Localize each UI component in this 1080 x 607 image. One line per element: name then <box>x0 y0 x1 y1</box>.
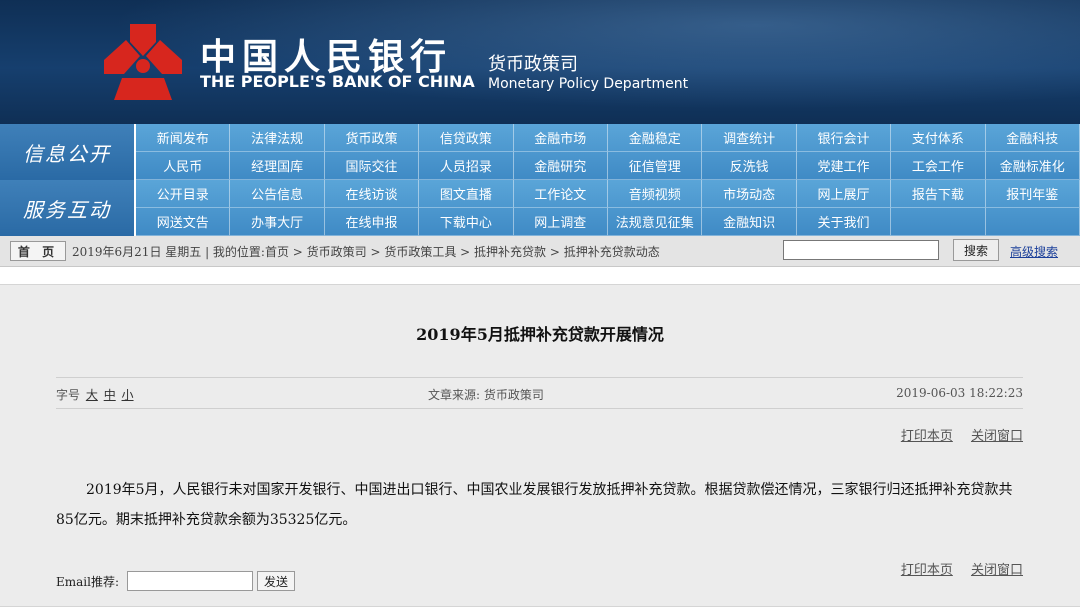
nav-item[interactable]: 下载中心 <box>419 208 514 236</box>
nav-item[interactable]: 党建工作 <box>796 152 892 180</box>
article-container: 2019年5月抵押补充贷款开展情况 字号 大 中 小 文章来源: 货币政策司 2… <box>0 284 1080 607</box>
nav-item[interactable]: 调查统计 <box>702 124 797 152</box>
nav-item[interactable]: 信贷政策 <box>419 124 514 152</box>
nav-item[interactable]: 在线申报 <box>324 208 420 236</box>
dept-name-cn: 货币政策司 <box>488 54 578 75</box>
article-meta: 字号 大 中 小 文章来源: 货币政策司 2019-06-03 18:22:23 <box>56 377 1023 409</box>
pboc-emblem-icon[interactable] <box>100 22 186 102</box>
email-label: Email推荐: <box>56 574 120 589</box>
nav-group-service: 服务互动 公开目录 公告信息 在线访谈 图文直播 工作论文 音频视频 市场动态 网上展厅 报告下… <box>0 180 1080 236</box>
site-header: 中国人民银行 THE PEOPLE'S BANK OF CHINA 货币政策司 … <box>0 0 1080 124</box>
nav-group-label: 服务互动 <box>0 180 134 236</box>
nav-item[interactable]: 金融市场 <box>513 124 608 152</box>
nav-item[interactable]: 法律法规 <box>230 124 325 152</box>
article-body: 2019年5月，人民银行未对国家开发银行、中国进出口银行、中国农业发展银行发放抵… <box>56 482 1013 528</box>
nav-item[interactable]: 关于我们 <box>796 208 892 236</box>
nav-item[interactable]: 金融稳定 <box>608 124 703 152</box>
nav-item[interactable]: 金融科技 <box>985 124 1080 152</box>
article-date: 2019-06-03 18:22:23 <box>896 386 1023 400</box>
nav-grid: 公开目录 公告信息 在线访谈 图文直播 工作论文 音频视频 市场动态 网上展厅 报告下载 报刊年鉴… <box>136 180 1080 236</box>
advanced-search-link[interactable]: 高级搜索 <box>1010 243 1058 260</box>
nav-item[interactable]: 法规意见征集 <box>608 208 703 236</box>
nav-item[interactable]: 征信管理 <box>608 152 703 180</box>
nav-item[interactable]: 公开目录 <box>136 180 231 208</box>
nav-item[interactable]: 金融标准化 <box>985 152 1080 180</box>
nav-item[interactable]: 音频视频 <box>608 180 703 208</box>
search-button[interactable]: 搜索 <box>953 239 999 261</box>
print-link[interactable]: 打印本页 <box>901 563 953 578</box>
print-link[interactable]: 打印本页 <box>901 429 953 444</box>
font-size-label: 字号 <box>56 388 81 402</box>
main-navigation: 信息公开 新闻发布 法律法规 货币政策 信贷政策 金融市场 金融稳定 调查统计 银行会计 支付体… <box>0 124 1080 236</box>
article-actions-top: 打印本页 关闭窗口 <box>887 425 1023 444</box>
nav-item[interactable]: 银行会计 <box>796 124 892 152</box>
nav-item[interactable]: 网送文告 <box>136 208 231 236</box>
nav-item[interactable]: 新闻发布 <box>136 124 231 152</box>
nav-item[interactable]: 货币政策 <box>324 124 420 152</box>
nav-item[interactable]: 工会工作 <box>891 152 986 180</box>
nav-item[interactable]: 图文直播 <box>419 180 514 208</box>
font-size-medium[interactable]: 中 <box>104 388 116 402</box>
article-actions-bottom: 打印本页 关闭窗口 <box>887 559 1023 578</box>
nav-item[interactable]: 支付体系 <box>891 124 986 152</box>
font-size-small[interactable]: 小 <box>122 388 134 402</box>
font-size-large[interactable]: 大 <box>86 388 98 402</box>
nav-item[interactable]: 人民币 <box>136 152 231 180</box>
home-button[interactable]: 首 页 <box>10 241 66 261</box>
dept-name-en: Monetary Policy Department <box>488 76 689 92</box>
send-button[interactable]: 发送 <box>257 571 296 591</box>
nav-item[interactable]: 反洗钱 <box>702 152 797 180</box>
nav-item[interactable]: 报刊年鉴 <box>985 180 1080 208</box>
close-window-link[interactable]: 关闭窗口 <box>971 429 1023 444</box>
nav-item-empty <box>891 208 986 236</box>
nav-item[interactable]: 经理国库 <box>230 152 325 180</box>
nav-item-empty <box>985 208 1080 236</box>
nav-item[interactable]: 国际交往 <box>324 152 420 180</box>
breadcrumb-bar: 首 页 2019年6月21日 星期五 | 我的位置:首页 > 货币政策司 > 货… <box>0 236 1080 267</box>
bank-name-en: THE PEOPLE'S BANK OF CHINA <box>200 72 475 91</box>
article-source: 文章来源: 货币政策司 <box>428 388 544 402</box>
breadcrumb: 2019年6月21日 星期五 | 我的位置:首页 > 货币政策司 > 货币政策工… <box>72 245 660 259</box>
email-recommend: Email推荐: 发送 <box>56 571 296 591</box>
search-input[interactable] <box>783 240 939 260</box>
article-title: 2019年5月抵押补充贷款开展情况 <box>416 325 664 344</box>
nav-group-label: 信息公开 <box>0 124 134 180</box>
nav-item[interactable]: 工作论文 <box>513 180 608 208</box>
nav-item[interactable]: 网上调查 <box>513 208 608 236</box>
nav-item[interactable]: 人员招录 <box>419 152 514 180</box>
nav-item[interactable]: 报告下载 <box>891 180 986 208</box>
nav-item[interactable]: 金融知识 <box>702 208 797 236</box>
nav-group-info: 信息公开 新闻发布 法律法规 货币政策 信贷政策 金融市场 金融稳定 调查统计 银行会计 支付体… <box>0 124 1080 180</box>
email-input[interactable] <box>127 571 254 591</box>
nav-item[interactable]: 在线访谈 <box>324 180 420 208</box>
font-size-control: 字号 大 中 小 <box>56 386 134 403</box>
nav-item[interactable]: 办事大厅 <box>230 208 325 236</box>
nav-grid: 新闻发布 法律法规 货币政策 信贷政策 金融市场 金融稳定 调查统计 银行会计 支付体系 金融科技… <box>136 124 1080 180</box>
nav-item[interactable]: 公告信息 <box>230 180 325 208</box>
nav-item[interactable]: 市场动态 <box>702 180 797 208</box>
nav-item[interactable]: 网上展厅 <box>796 180 892 208</box>
close-window-link[interactable]: 关闭窗口 <box>971 563 1023 578</box>
nav-item[interactable]: 金融研究 <box>513 152 608 180</box>
